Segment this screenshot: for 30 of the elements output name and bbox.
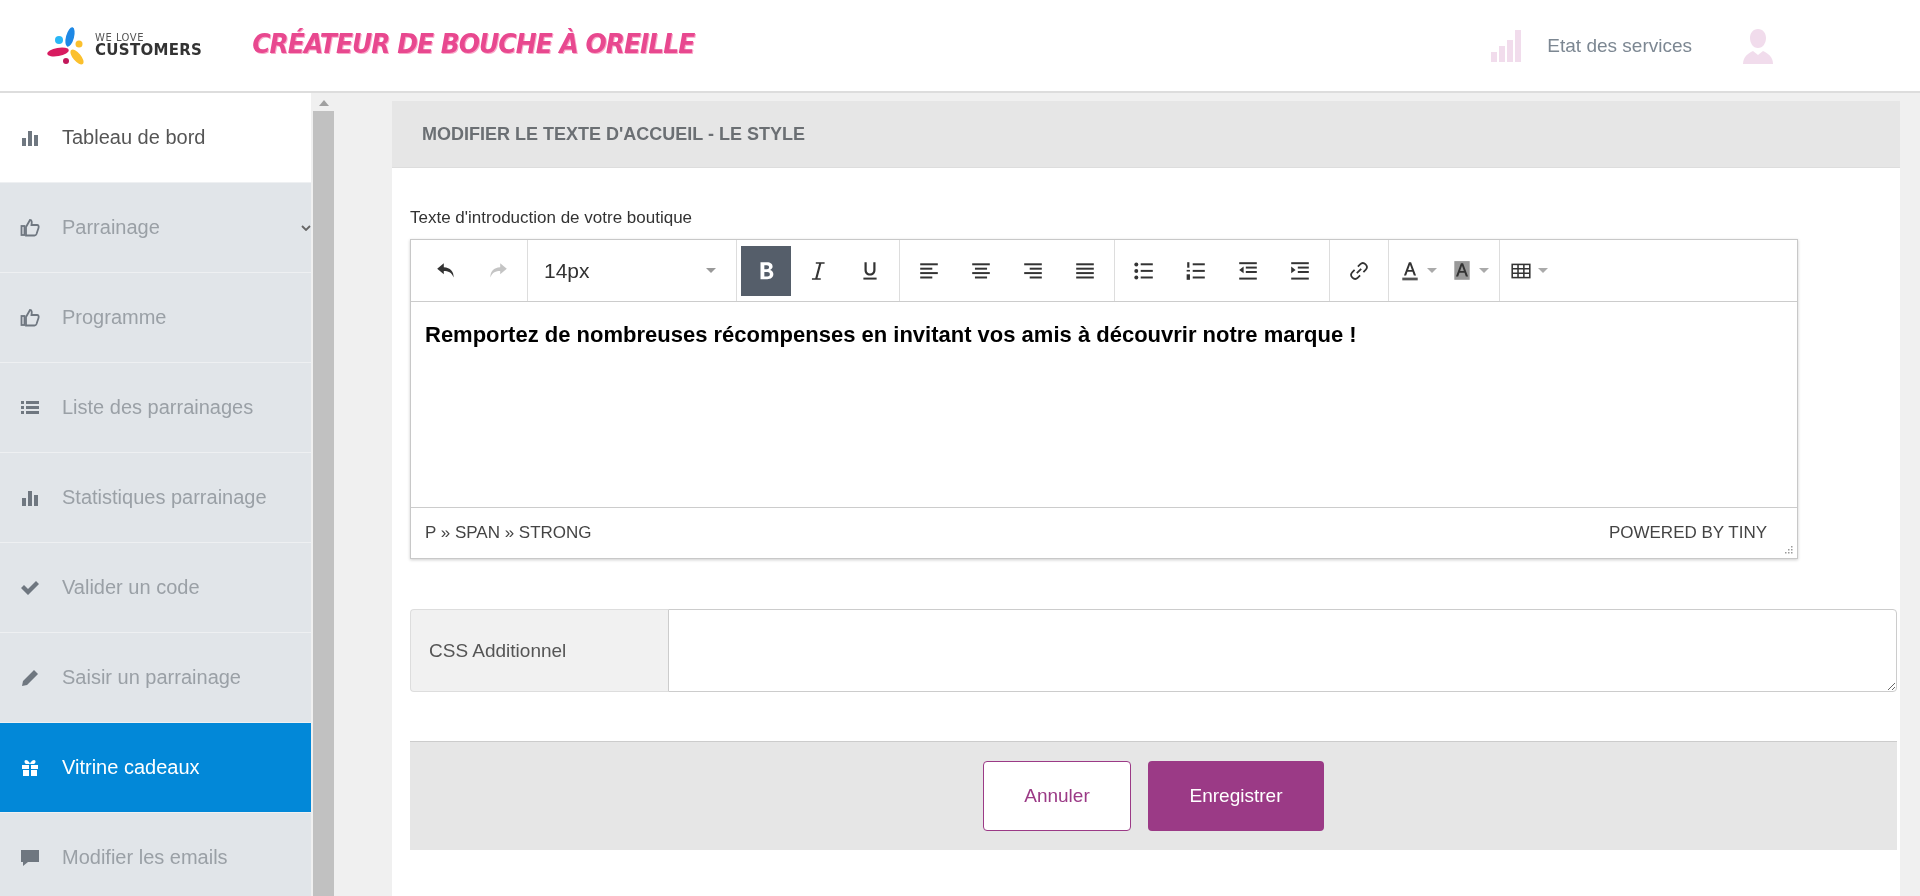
gift-icon [20,757,40,778]
app-title: CRÉATEUR DE BOUCHE À OREILLE [252,29,695,60]
speech-bubble-icon [20,847,40,868]
logo-wordmark: CUSTOMERS [95,43,203,58]
caret-icon [1538,268,1548,273]
signal-bars-icon [1491,29,1524,62]
caret-icon [1427,268,1437,273]
chevron-down-icon [301,224,311,231]
caret-icon [1479,268,1489,273]
panel-title: MODIFIER LE TEXTE D'ACCUEIL - LE STYLE [422,123,805,145]
thumbs-up-icon [20,307,40,328]
thumbs-up-icon [20,217,40,238]
bold-button[interactable] [741,245,791,296]
caret-icon [706,268,716,273]
services-status-link[interactable]: Etat des services [1547,34,1692,57]
css-field-label: CSS Additionnel [410,609,668,692]
scrollbar-thumb[interactable] [313,111,334,896]
element-path: P » SPAN » STRONG [425,523,592,543]
editor-branding-link[interactable]: POWERED BY TINY [1608,523,1767,543]
cancel-button[interactable]: Annuler [983,761,1131,831]
logo-tagline: WE LOVE [95,33,144,43]
resize-handle-icon[interactable] [1783,544,1793,554]
field-label: Texte d'introduction de votre boutique [410,208,694,228]
css-input-field[interactable] [668,609,1897,692]
sidebar-item[interactable]: Vitrine cadeaux [0,723,311,813]
save-button[interactable]: Enregistrer [1148,761,1324,831]
font-size-dropdown[interactable]: 14px [528,240,736,301]
editor-text[interactable]: Remportez de nombreuses récompenses en invitant vos amis à découvrir notre marque ! [425,322,1783,348]
pencil-icon [20,667,40,688]
sidebar-item[interactable]: Tableau de bord [0,93,311,183]
